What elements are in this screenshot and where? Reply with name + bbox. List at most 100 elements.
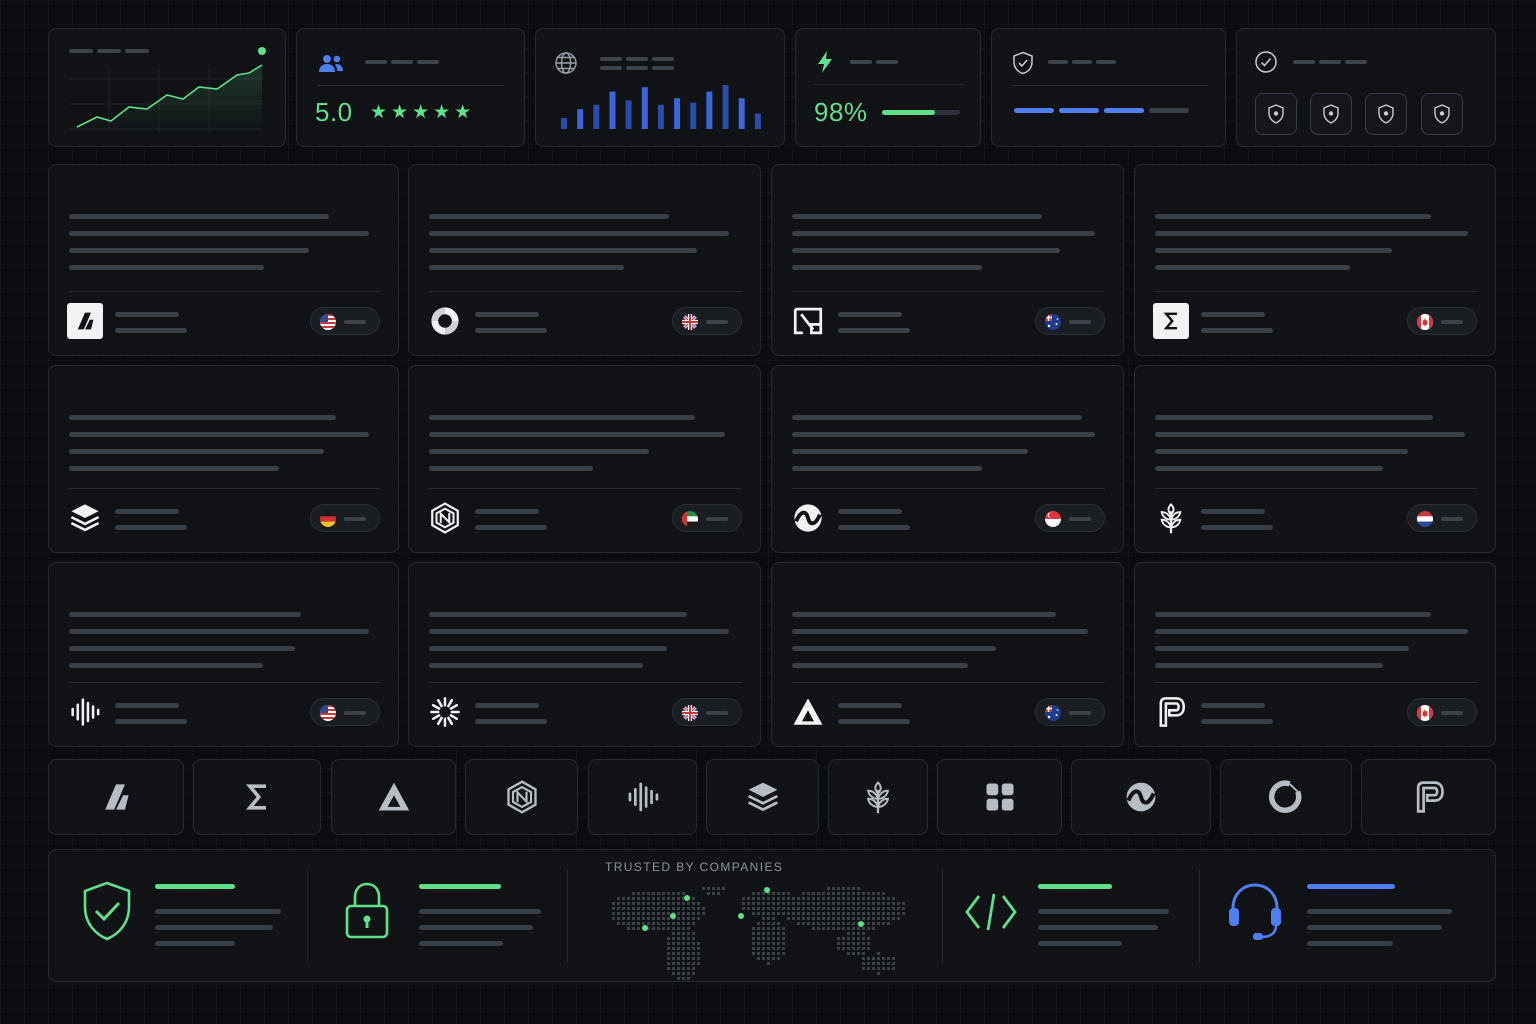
map-dot bbox=[827, 907, 830, 910]
map-dot bbox=[892, 902, 895, 905]
logo-strip-item[interactable] bbox=[937, 759, 1062, 835]
map-dot bbox=[882, 902, 885, 905]
testimonial-text-line bbox=[429, 646, 667, 651]
logo-strip-item[interactable] bbox=[1071, 759, 1211, 835]
map-dot bbox=[712, 887, 715, 890]
logo-strip-item[interactable] bbox=[193, 759, 321, 835]
map-dot bbox=[837, 892, 840, 895]
certification-badge[interactable] bbox=[1421, 93, 1463, 135]
company-logo bbox=[67, 500, 103, 536]
map-dot bbox=[842, 937, 845, 940]
map-dot bbox=[857, 887, 860, 890]
map-dot bbox=[847, 922, 850, 925]
map-dot bbox=[697, 952, 700, 955]
map-dot bbox=[822, 897, 825, 900]
testimonial-card[interactable] bbox=[1134, 164, 1496, 356]
map-dot bbox=[772, 917, 775, 920]
logo-strip-item[interactable] bbox=[1220, 759, 1352, 835]
map-dot bbox=[667, 907, 670, 910]
map-dot bbox=[772, 907, 775, 910]
testimonial-text-line bbox=[1155, 646, 1409, 651]
logo-strip-item[interactable] bbox=[706, 759, 819, 835]
feature-title-bar bbox=[1038, 884, 1112, 889]
map-dot bbox=[777, 902, 780, 905]
map-dot bbox=[622, 912, 625, 915]
testimonial-text-line bbox=[792, 231, 1095, 236]
logo-strip-item[interactable] bbox=[331, 759, 456, 835]
card-label-placeholder bbox=[1293, 60, 1367, 64]
growth-chart-card bbox=[48, 28, 286, 147]
map-dot bbox=[642, 892, 645, 895]
feature-text-line bbox=[1038, 941, 1122, 946]
security-segment bbox=[1059, 108, 1099, 113]
map-dot bbox=[627, 912, 630, 915]
map-dot bbox=[682, 937, 685, 940]
map-dot bbox=[757, 937, 760, 940]
rating-card: 5.0 ★★★★★ bbox=[296, 28, 525, 147]
map-dot bbox=[802, 907, 805, 910]
map-dot bbox=[842, 942, 845, 945]
map-dot bbox=[752, 932, 755, 935]
map-dot bbox=[827, 897, 830, 900]
certification-badge[interactable] bbox=[1255, 93, 1297, 135]
testimonial-card[interactable] bbox=[48, 562, 399, 747]
testimonial-card[interactable] bbox=[48, 365, 399, 553]
author-role-line bbox=[475, 328, 547, 333]
testimonial-text-line bbox=[792, 248, 1060, 253]
testimonial-card[interactable] bbox=[1134, 365, 1496, 553]
logo-strip-item[interactable] bbox=[1361, 759, 1496, 835]
testimonial-text-line bbox=[429, 231, 729, 236]
map-dot bbox=[682, 902, 685, 905]
map-dot bbox=[782, 907, 785, 910]
certification-badge[interactable] bbox=[1365, 93, 1407, 135]
map-dot bbox=[857, 897, 860, 900]
map-dot bbox=[767, 922, 770, 925]
feature-title-bar bbox=[419, 884, 501, 889]
testimonial-card[interactable] bbox=[408, 164, 761, 356]
testimonial-text-line bbox=[429, 248, 697, 253]
map-dot bbox=[892, 897, 895, 900]
country-flag bbox=[1417, 314, 1433, 330]
logo-strip-item[interactable] bbox=[48, 759, 184, 835]
country-pill bbox=[672, 307, 742, 335]
testimonial-card[interactable] bbox=[771, 365, 1124, 553]
testimonial-text-line bbox=[792, 449, 1028, 454]
testimonial-text-line bbox=[429, 214, 669, 219]
map-dot bbox=[777, 892, 780, 895]
logo-strip-item[interactable] bbox=[465, 759, 578, 835]
certification-badge[interactable] bbox=[1310, 93, 1352, 135]
map-dot bbox=[667, 902, 670, 905]
map-dot bbox=[817, 907, 820, 910]
logo-strip-item[interactable] bbox=[828, 759, 928, 835]
map-dot bbox=[887, 922, 890, 925]
testimonial-card[interactable] bbox=[771, 164, 1124, 356]
testimonial-card[interactable] bbox=[48, 164, 399, 356]
map-dot bbox=[627, 922, 630, 925]
testimonial-card[interactable] bbox=[408, 562, 761, 747]
rating-value: 5.0 bbox=[315, 97, 353, 127]
map-dot bbox=[857, 927, 860, 930]
map-dot bbox=[637, 897, 640, 900]
map-dot bbox=[802, 912, 805, 915]
testimonial-text-line bbox=[792, 612, 1056, 617]
map-dot bbox=[677, 952, 680, 955]
usage-bar bbox=[561, 118, 567, 129]
map-dot bbox=[657, 927, 660, 930]
logo-strip-item[interactable] bbox=[588, 759, 697, 835]
map-dot bbox=[782, 942, 785, 945]
testimonial-card[interactable] bbox=[408, 365, 761, 553]
map-dot bbox=[662, 922, 665, 925]
testimonial-card[interactable] bbox=[1134, 562, 1496, 747]
testimonial-text-line bbox=[792, 646, 996, 651]
map-dot bbox=[677, 932, 680, 935]
map-dot bbox=[847, 912, 850, 915]
map-dot bbox=[892, 962, 895, 965]
map-dot bbox=[672, 972, 675, 975]
map-dot bbox=[682, 972, 685, 975]
map-dot bbox=[647, 917, 650, 920]
map-dot bbox=[672, 967, 675, 970]
map-dot bbox=[887, 967, 890, 970]
testimonial-card[interactable] bbox=[771, 562, 1124, 747]
map-dot bbox=[777, 957, 780, 960]
leaf-branch-icon bbox=[866, 781, 890, 814]
